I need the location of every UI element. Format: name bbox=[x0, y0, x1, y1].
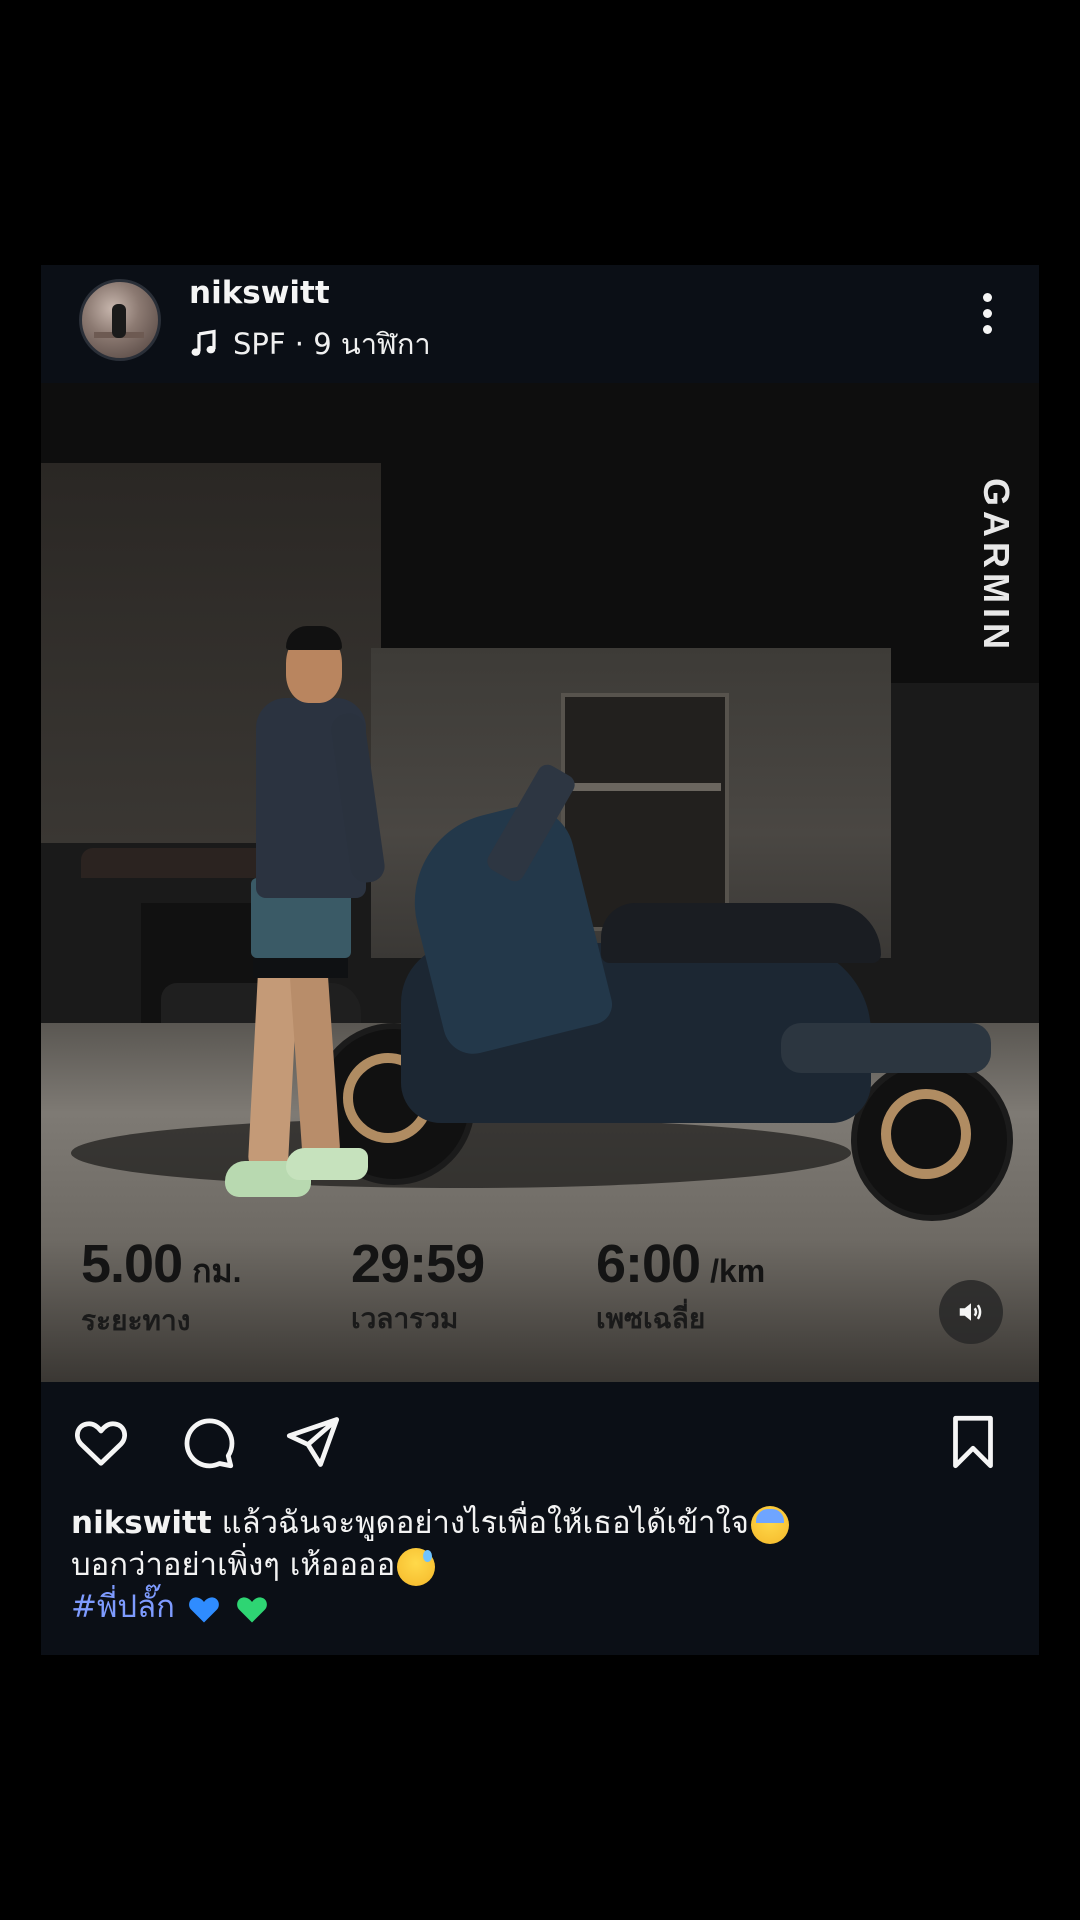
stat-time: 29:59 เวลารวม bbox=[351, 1233, 485, 1341]
heart-icon[interactable] bbox=[71, 1412, 131, 1472]
stat-pace: 6:00/km เพซเฉลี่ย bbox=[596, 1233, 765, 1341]
photo-roof bbox=[81, 848, 281, 878]
post-caption: nikswitt แล้วฉันจะพูดอย่างไรเพื่อให้เธอได… bbox=[71, 1502, 1011, 1628]
post-subtitle: SPF · 9 นาฬิกา bbox=[233, 327, 431, 361]
stat-time-label: เวลารวม bbox=[351, 1302, 459, 1335]
avatar-figure bbox=[112, 304, 126, 338]
stat-distance-label: ระยะทาง bbox=[81, 1304, 191, 1337]
caption-username[interactable]: nikswitt bbox=[71, 1505, 212, 1541]
avatar[interactable] bbox=[79, 279, 161, 361]
stat-pace-unit: /km bbox=[710, 1253, 766, 1289]
grinning-sweat-emoji-icon bbox=[397, 1547, 436, 1586]
scooter-exhaust bbox=[781, 1023, 991, 1073]
stat-distance: 5.00 กม. ระยะทาง bbox=[81, 1233, 241, 1343]
photo-balcony bbox=[561, 783, 721, 791]
blue-heart-icon bbox=[188, 1596, 219, 1622]
post-photo[interactable]: GARMIN 5.00 กม. ระยะทาง 29:59 เวลารวม 6:0… bbox=[41, 383, 1039, 1382]
caption-hashtag[interactable]: #พี่ปลั๊ก bbox=[71, 1589, 175, 1625]
music-note-icon bbox=[191, 329, 216, 356]
green-heart-icon bbox=[236, 1596, 267, 1622]
post-card: nikswitt SPF · 9 นาฬิกา GARMIN 5.00 กม. … bbox=[41, 265, 1039, 1655]
garmin-watermark: GARMIN bbox=[976, 478, 1017, 654]
scooter-rear-wheel bbox=[851, 1059, 1013, 1221]
stat-time-value: 29:59 bbox=[351, 1234, 485, 1294]
comment-icon[interactable] bbox=[177, 1412, 237, 1472]
person-shoe-right bbox=[286, 1148, 368, 1180]
post-header: nikswitt SPF · 9 นาฬิกา bbox=[41, 265, 1039, 383]
caption-line1: แล้วฉันจะพูดอย่างไรเพื่อให้เธอได้เข้าใจ bbox=[221, 1505, 749, 1541]
scooter-seat bbox=[601, 903, 881, 963]
speaker-volume-icon bbox=[959, 1303, 982, 1321]
post-actions bbox=[41, 1382, 1039, 1482]
stat-distance-unit: กม. bbox=[192, 1253, 242, 1289]
stat-pace-value: 6:00 bbox=[596, 1234, 701, 1294]
stat-pace-label: เพซเฉลี่ย bbox=[596, 1302, 706, 1335]
caption-line2: บอกว่าอย่าเพิ่งๆ เห้ออออ bbox=[71, 1547, 396, 1583]
send-icon[interactable] bbox=[283, 1412, 343, 1472]
photo-window bbox=[561, 693, 729, 931]
stat-distance-value: 5.00 bbox=[81, 1234, 183, 1294]
more-vertical-icon[interactable] bbox=[981, 293, 993, 337]
bookmark-icon[interactable] bbox=[943, 1412, 1003, 1472]
anxious-face-emoji-icon bbox=[750, 1505, 789, 1544]
post-subtitle-row[interactable]: SPF · 9 นาฬิกา bbox=[189, 321, 431, 367]
volume-button[interactable] bbox=[939, 1280, 1003, 1344]
post-username[interactable]: nikswitt bbox=[189, 275, 330, 311]
person-hair bbox=[286, 626, 342, 650]
